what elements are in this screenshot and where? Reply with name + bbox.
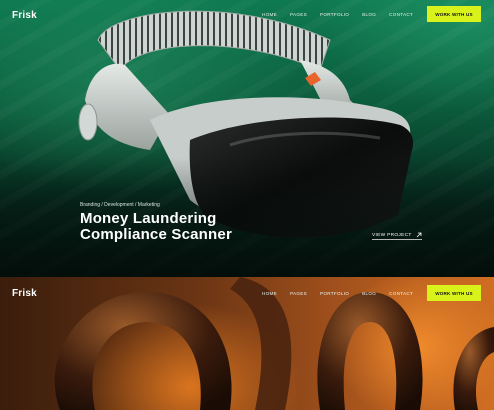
main-menu: HOME PAGES PORTFOLIO BLOG CONTACT [262, 12, 426, 17]
view-project-underline [372, 239, 422, 240]
view-project-label: VIEW PROJECT [372, 232, 412, 238]
work-with-us-button[interactable]: WORK WITH US [427, 285, 481, 301]
nav-portfolio-link[interactable]: PORTFOLIO [320, 12, 349, 17]
brand-logo[interactable]: Frisk [12, 10, 37, 21]
view-project-link[interactable]: VIEW PROJECT [372, 232, 422, 240]
nav-portfolio-link[interactable]: PORTFOLIO [320, 291, 349, 296]
bottom-shade [0, 157, 494, 277]
nav-blog-link[interactable]: BLOG [362, 12, 376, 17]
nav-pages-link[interactable]: PAGES [290, 291, 307, 296]
project-title-line-1: Money Laundering [80, 210, 217, 227]
project-tags: Branding / Development / Marketing [80, 202, 160, 208]
nav-blog-link[interactable]: BLOG [362, 291, 376, 296]
work-with-us-button[interactable]: WORK WITH US [427, 6, 481, 22]
nav-contact-link[interactable]: CONTACT [389, 291, 413, 296]
nav-contact-link[interactable]: CONTACT [389, 12, 413, 17]
project-title-line-2: Compliance Scanner [80, 226, 232, 243]
top-navigation: Frisk HOME PAGES PORTFOLIO BLOG CONTACT … [0, 0, 494, 30]
nav-home-link[interactable]: HOME [262, 291, 277, 296]
brand-logo[interactable]: Frisk [12, 288, 37, 299]
arrow-up-right-icon [416, 232, 421, 238]
hero-section-vr: Frisk HOME PAGES PORTFOLIO BLOG CONTACT … [0, 0, 494, 277]
project-title: Money Laundering Compliance Scanner [80, 211, 232, 243]
nav-home-link[interactable]: HOME [262, 12, 277, 17]
hero-section-shapes: Frisk HOME PAGES PORTFOLIO BLOG CONTACT … [0, 277, 494, 410]
top-navigation-secondary: Frisk HOME PAGES PORTFOLIO BLOG CONTACT … [0, 277, 494, 307]
main-menu: HOME PAGES PORTFOLIO BLOG CONTACT [262, 291, 426, 296]
nav-pages-link[interactable]: PAGES [290, 12, 307, 17]
